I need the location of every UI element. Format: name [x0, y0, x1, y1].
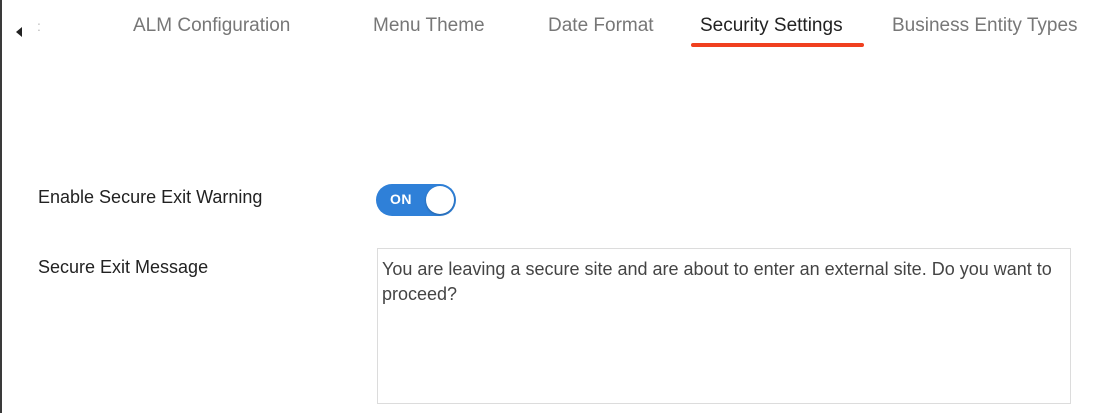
secure-exit-warning-toggle[interactable]: ON — [376, 184, 456, 216]
tab-bar: : ALM Configuration Menu Theme Date Form… — [2, 0, 1096, 56]
tab-business-entity-types[interactable]: Business Entity Types — [892, 15, 1078, 37]
toggle-state-label: ON — [390, 191, 412, 207]
secure-exit-message-input[interactable]: You are leaving a secure site and are ab… — [377, 248, 1071, 404]
caret-left-icon[interactable] — [16, 27, 22, 37]
tab-menu-theme[interactable]: Menu Theme — [373, 15, 485, 37]
tab-security-settings[interactable]: Security Settings — [700, 15, 843, 37]
secure-exit-message-label: Secure Exit Message — [38, 257, 209, 277]
tab-overflow-indicator: : — [37, 18, 41, 34]
tab-alm-configuration[interactable]: ALM Configuration — [133, 15, 290, 37]
toggle-knob — [426, 186, 454, 214]
secure-exit-warning-label: Enable Secure Exit Warning — [38, 187, 263, 207]
settings-panel: : ALM Configuration Menu Theme Date Form… — [0, 0, 1096, 413]
active-tab-indicator — [691, 43, 864, 47]
tab-date-format[interactable]: Date Format — [548, 15, 654, 37]
